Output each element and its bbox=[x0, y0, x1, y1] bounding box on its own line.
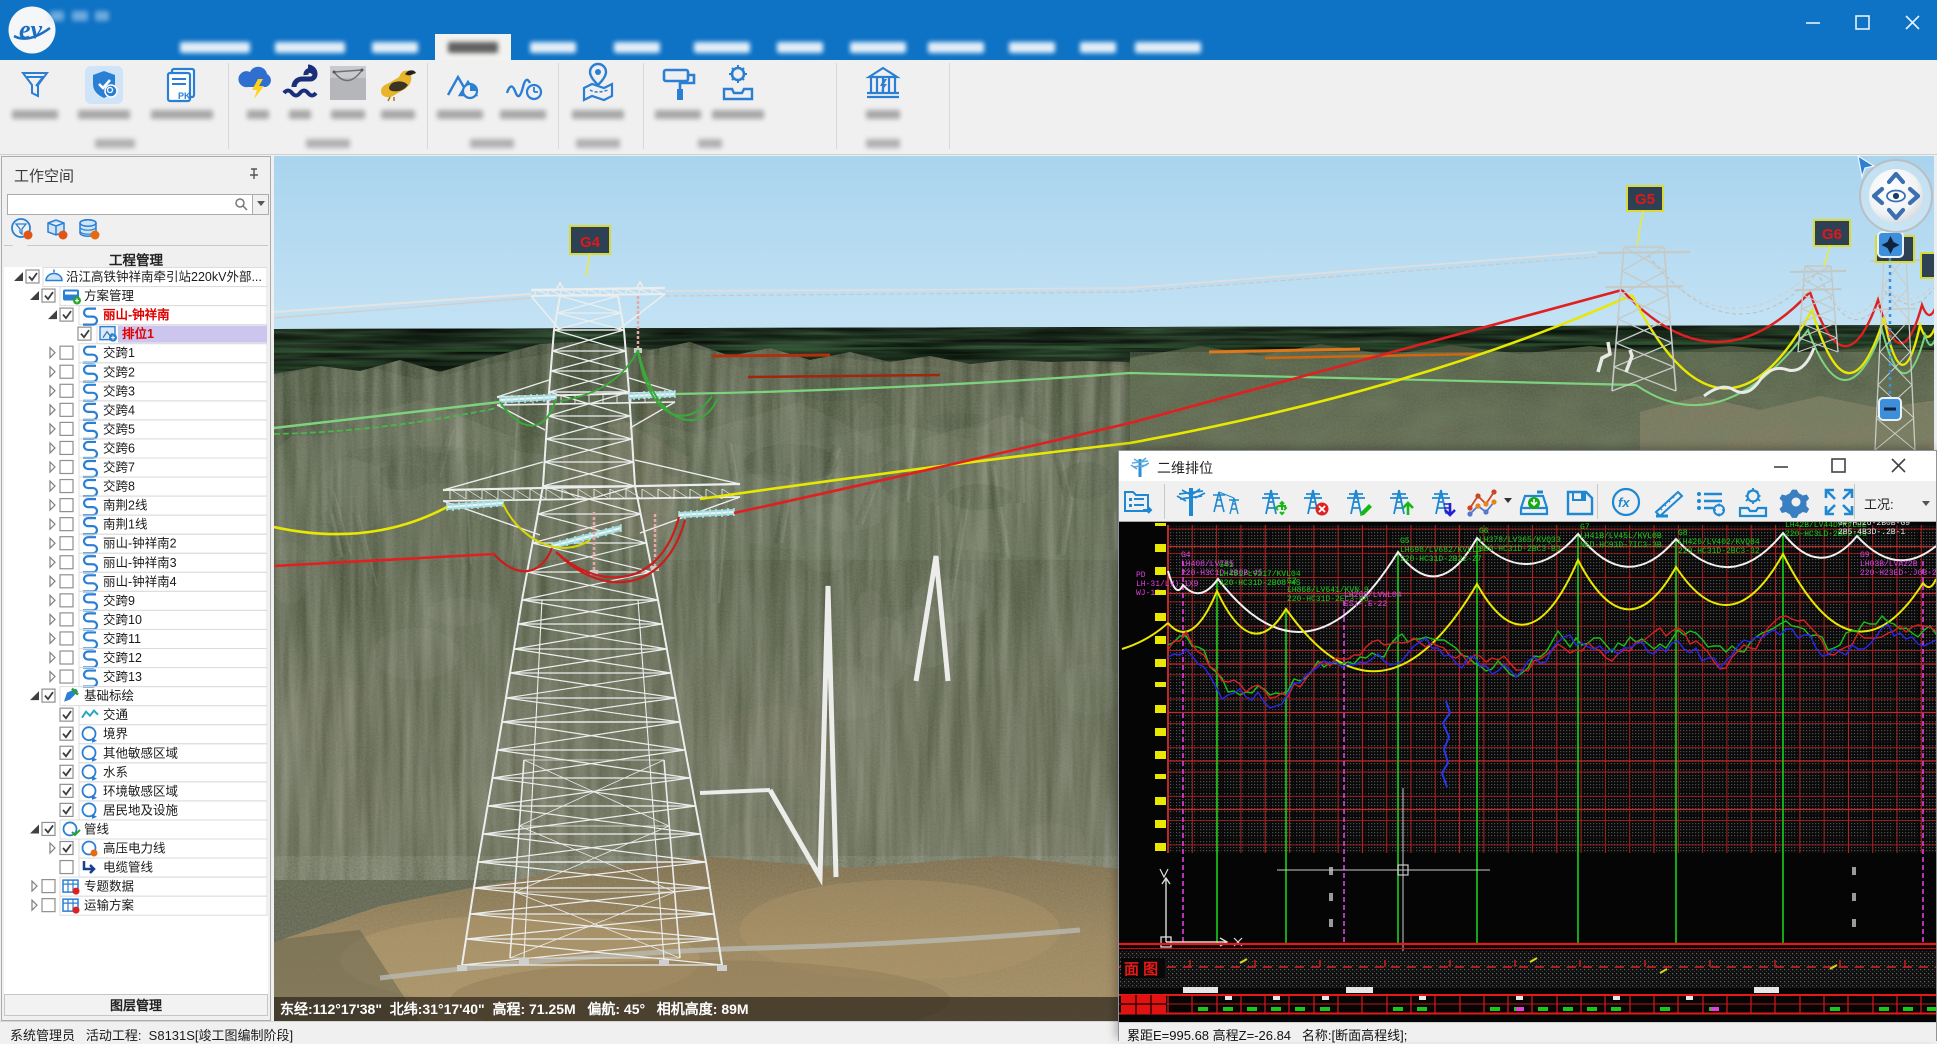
svg-text:BB0-HC31D-2BC3-B3: BB0-HC31D-2BC3-B3 bbox=[1479, 545, 1561, 554]
svg-text:G9: G9 bbox=[1860, 551, 1870, 560]
svg-text:G41: G41 bbox=[1219, 561, 1234, 570]
svg-text:基础标绘: 基础标绘 bbox=[84, 688, 134, 703]
svg-text:交跨9: 交跨9 bbox=[103, 593, 135, 608]
svg-text:交跨8: 交跨8 bbox=[103, 479, 135, 494]
svg-text:管线: 管线 bbox=[84, 821, 110, 836]
svg-text:交跨12: 交跨12 bbox=[103, 650, 142, 665]
svg-text:PK: PK bbox=[178, 91, 191, 101]
svg-text:丽山-钟祥南3: 丽山-钟祥南3 bbox=[103, 555, 177, 570]
svg-text:220-HC31D-2B22-27: 220-HC31D-2B22-27 bbox=[1400, 555, 1482, 564]
svg-text:LH698/LV682/KVLL3: LH698/LV682/KVLL3 bbox=[1400, 546, 1482, 555]
svg-text:G5: G5 bbox=[1400, 537, 1410, 546]
svg-text:ES1-.E-22: ES1-.E-22 bbox=[1344, 600, 1387, 609]
svg-text:交跨11: 交跨11 bbox=[103, 631, 141, 646]
svg-text:PD: PD bbox=[1136, 571, 1146, 580]
svg-text:2B5-4B3D-.2B-1: 2B5-4B3D-.2B-1 bbox=[1838, 528, 1905, 537]
svg-text:面 图: 面 图 bbox=[1124, 961, 1158, 978]
svg-text:G7: G7 bbox=[1580, 523, 1590, 532]
svg-text:G6: G6 bbox=[1822, 226, 1842, 243]
svg-text:其他敏感区域: 其他敏感区域 bbox=[103, 745, 178, 760]
svg-text:南荆2线: 南荆2线 bbox=[103, 498, 148, 513]
svg-text:G4: G4 bbox=[580, 234, 601, 251]
svg-text:交跨5: 交跨5 bbox=[103, 421, 135, 436]
svg-text:交跨10: 交跨10 bbox=[103, 612, 142, 627]
svg-text:运输方案: 运输方案 bbox=[84, 898, 135, 913]
svg-text:LH208/LVWL04: LH208/LVWL04 bbox=[1344, 591, 1402, 600]
svg-text:境界: 境界 bbox=[103, 726, 129, 741]
svg-text:交跨7: 交跨7 bbox=[103, 460, 135, 475]
svg-text:交跨6: 交跨6 bbox=[103, 440, 135, 455]
svg-text:方案管理: 方案管理 bbox=[84, 288, 135, 303]
svg-text:东经:112°17'38" 北纬:31°17'40" 高: 东经:112°17'38" 北纬:31°17'40" 高程: 71.25M 偏航… bbox=[280, 1001, 749, 1017]
svg-text:fx: fx bbox=[1618, 495, 1630, 510]
svg-text:专题数据: 专题数据 bbox=[84, 879, 134, 894]
svg-text:220-HC31D-2BC3-32: 220-HC31D-2BC3-32 bbox=[1678, 547, 1760, 556]
svg-text:高压电力线: 高压电力线 bbox=[103, 841, 166, 856]
svg-text:丽山-钟祥南4: 丽山-钟祥南4 bbox=[103, 574, 177, 589]
svg-text:G8: G8 bbox=[1678, 529, 1688, 538]
svg-text:交跨4: 交跨4 bbox=[103, 402, 135, 417]
svg-text:220-H23ED-.J03-27: 220-H23ED-.J03-27 bbox=[1860, 569, 1936, 578]
svg-text:沿江高铁钟祥南牵引站220kV外部...: 沿江高铁钟祥南牵引站220kV外部... bbox=[66, 269, 262, 284]
svg-text:环境敏感区域: 环境敏感区域 bbox=[103, 783, 178, 798]
svg-text:LH-31/LV)-1X9: LH-31/LV)-1X9 bbox=[1136, 580, 1199, 589]
svg-text:南荆1线: 南荆1线 bbox=[103, 517, 148, 532]
svg-text:丽山-钟祥南2: 丽山-钟祥南2 bbox=[103, 536, 177, 551]
svg-text:居民地及设施: 居民地及设施 bbox=[103, 802, 179, 817]
svg-text:交跨1: 交跨1 bbox=[103, 345, 135, 360]
svg-text:水系: 水系 bbox=[103, 765, 128, 779]
svg-text:G5: G5 bbox=[1635, 191, 1655, 208]
svg-text:排位1: 排位1 bbox=[122, 326, 154, 341]
svg-text:丽山-钟祥南: 丽山-钟祥南 bbox=[103, 307, 170, 322]
svg-text:交跨13: 交跨13 bbox=[103, 669, 142, 684]
svg-text:G2: G2 bbox=[1287, 577, 1297, 586]
svg-text:NED-HC91D-7IC3-3B: NED-HC91D-7IC3-3B bbox=[1580, 541, 1662, 550]
svg-text:LH378/LV365/KVQ33: LH378/LV365/KVQ33 bbox=[1479, 536, 1561, 545]
svg-text:LH41B/LV45L/KVL0B: LH41B/LV45L/KVL0B bbox=[1580, 532, 1662, 541]
svg-text:电缆管线: 电缆管线 bbox=[103, 860, 154, 875]
svg-text:交跨2: 交跨2 bbox=[103, 364, 135, 379]
svg-text:G6: G6 bbox=[1479, 527, 1489, 536]
svg-text:交跨3: 交跨3 bbox=[103, 383, 135, 398]
svg-text:G4: G4 bbox=[1181, 551, 1191, 560]
svg-text:LH03B/LVA22B: LH03B/LVA22B bbox=[1860, 560, 1918, 569]
svg-text:交通: 交通 bbox=[103, 707, 129, 722]
svg-text:LH426/LV402/KVQ84: LH426/LV402/KVQ84 bbox=[1678, 538, 1760, 547]
